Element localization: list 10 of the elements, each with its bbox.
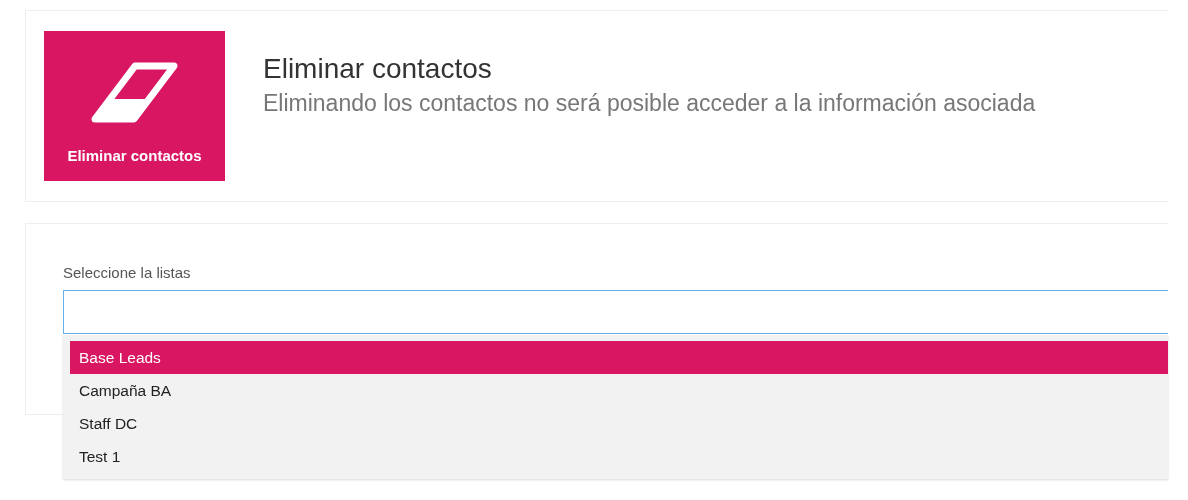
- page-subtitle: Eliminando los contactos no será posible acceder a la información asociada: [263, 90, 1036, 117]
- list-select-field[interactable]: [63, 290, 1168, 334]
- dropdown-option[interactable]: Campaña BA: [70, 374, 1168, 407]
- delete-contacts-tile[interactable]: Eliminar contactos: [44, 31, 225, 181]
- dropdown-option[interactable]: Base Leads: [70, 341, 1168, 374]
- dropdown-option[interactable]: Test 1: [70, 440, 1168, 473]
- field-label: Seleccione la listas: [63, 264, 192, 281]
- page-title: Eliminar contactos: [263, 53, 493, 85]
- dropdown-option[interactable]: Staff DC: [70, 407, 1168, 440]
- eraser-icon: [89, 61, 180, 126]
